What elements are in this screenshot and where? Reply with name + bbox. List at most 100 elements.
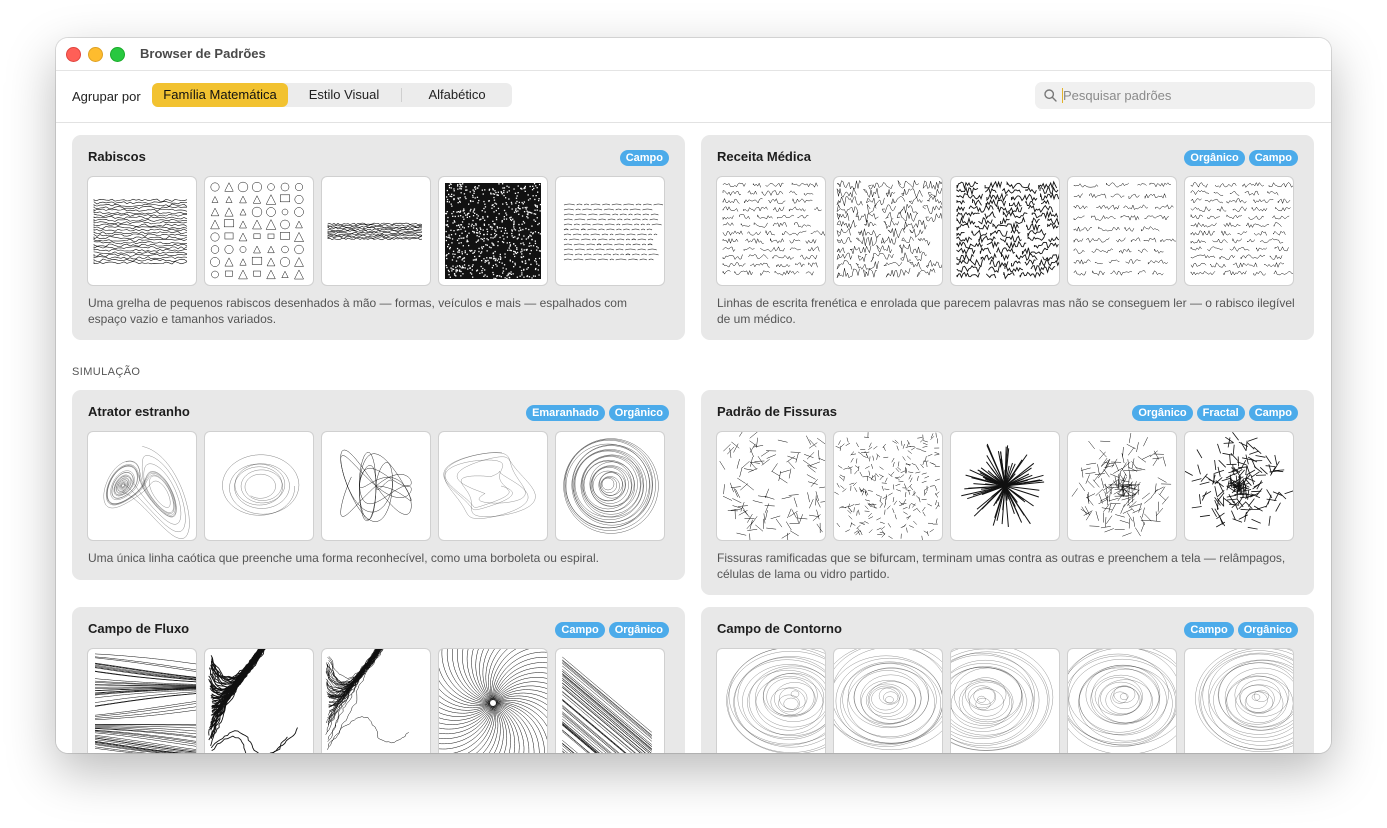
tag-list: Orgânico Fractal Campo: [1132, 405, 1298, 421]
card-title: Padrão de Fissuras: [717, 404, 837, 419]
group-by-segmented-control: Família Matemática Estilo Visual Alfabét…: [152, 83, 512, 107]
search-field[interactable]: [1035, 82, 1315, 109]
pattern-preview: [1073, 182, 1176, 276]
pattern-preview: [563, 203, 664, 261]
pattern-thumbnail[interactable]: [1185, 649, 1293, 753]
card-title: Atrator estranho: [88, 404, 190, 419]
search-input[interactable]: [1063, 82, 1303, 109]
pattern-preview: [563, 438, 659, 534]
pattern-preview: [439, 649, 547, 753]
pattern-thumbnail[interactable]: [717, 649, 825, 753]
pattern-card-campo-de-fluxo[interactable]: Campo de Fluxo Campo Orgânico: [72, 607, 685, 753]
pattern-thumbnail[interactable]: [717, 432, 825, 540]
card-description: Uma grelha de pequenos rabiscos desenhad…: [88, 296, 627, 326]
pattern-thumbnail[interactable]: [951, 432, 1059, 540]
pattern-preview: [836, 179, 942, 279]
toolbar: Agrupar por Família Matemática Estilo Vi…: [56, 71, 1331, 123]
tag-badge: Campo: [555, 622, 605, 638]
pattern-preview: [327, 222, 423, 241]
group-by-label: Agrupar por: [72, 89, 141, 104]
section-header: SIMULAÇÃO: [72, 366, 141, 378]
pattern-card-receita-medica[interactable]: Receita Médica Orgânico Campo Linhas de …: [701, 135, 1314, 340]
card-title: Campo de Fluxo: [88, 621, 190, 636]
pattern-thumbnail[interactable]: [205, 649, 313, 753]
segment-visual-style[interactable]: Estilo Visual: [289, 83, 399, 107]
tag-list: Campo Orgânico: [1184, 622, 1298, 638]
pattern-card-rabiscos[interactable]: Rabiscos Campo Uma grelha de pequenos ra…: [72, 135, 685, 340]
pattern-preview: [93, 198, 188, 265]
pattern-card-padrao-de-fissuras[interactable]: Padrão de Fissuras Orgânico Fractal Camp…: [701, 390, 1314, 595]
pattern-list[interactable]: Rabiscos Campo Uma grelha de pequenos ra…: [56, 123, 1331, 753]
close-window-button[interactable]: [66, 47, 81, 62]
pattern-thumbnail[interactable]: [556, 432, 664, 540]
pattern-thumbnail[interactable]: [1068, 432, 1176, 540]
pattern-thumbnail[interactable]: [88, 432, 196, 540]
pattern-preview: [443, 452, 536, 519]
window-title: Browser de Padrões: [140, 46, 266, 61]
pattern-card-campo-de-contorno[interactable]: Campo de Contorno Campo Orgânico: [701, 607, 1314, 753]
pattern-thumbnail[interactable]: [834, 432, 942, 540]
pattern-thumbnail[interactable]: [834, 177, 942, 285]
segment-math-family[interactable]: Família Matemática: [152, 83, 288, 107]
card-description: Uma única linha caótica que preenche uma…: [88, 551, 599, 565]
pattern-thumbnail[interactable]: [322, 649, 430, 753]
card-title: Rabiscos: [88, 149, 146, 164]
pattern-thumbnail[interactable]: [834, 649, 942, 753]
pattern-thumbnail[interactable]: [1185, 432, 1293, 540]
pattern-preview: [103, 446, 190, 539]
pattern-preview: [1068, 649, 1176, 753]
minimize-window-button[interactable]: [88, 47, 103, 62]
pattern-thumbnail[interactable]: [439, 649, 547, 753]
thumbnail-row: [717, 432, 1293, 540]
pattern-card-atrator-estranho[interactable]: Atrator estranho Emaranhado Orgânico Uma…: [72, 390, 685, 580]
pattern-thumbnail[interactable]: [951, 177, 1059, 285]
search-icon: [1044, 89, 1057, 102]
zoom-window-button[interactable]: [110, 47, 125, 62]
pattern-thumbnail[interactable]: [717, 177, 825, 285]
pattern-thumbnail[interactable]: [88, 177, 196, 285]
pattern-thumbnail[interactable]: [439, 177, 547, 285]
pattern-thumbnail[interactable]: [322, 432, 430, 540]
pattern-thumbnail[interactable]: [88, 649, 196, 753]
thumbnail-row: [717, 649, 1293, 753]
card-description: Linhas de escrita frenética e enrolada q…: [717, 296, 1295, 326]
pattern-thumbnail[interactable]: [322, 177, 430, 285]
pattern-thumbnail[interactable]: [1185, 177, 1293, 285]
pattern-thumbnail[interactable]: [556, 177, 664, 285]
tag-badge: Orgânico: [608, 622, 669, 638]
app-window: Browser de Padrões Agrupar por Família M…: [56, 38, 1331, 753]
segment-alphabetical[interactable]: Alfabético: [402, 83, 512, 107]
card-title: Campo de Contorno: [717, 621, 842, 636]
pattern-preview: [722, 182, 825, 277]
pattern-preview: [961, 443, 1045, 527]
thumbnail-row: [88, 649, 664, 753]
pattern-thumbnail[interactable]: [556, 649, 664, 753]
pattern-preview: [340, 449, 412, 522]
pattern-preview: [562, 656, 652, 753]
pattern-thumbnail[interactable]: [1068, 177, 1176, 285]
tag-badge: Fractal: [1196, 405, 1245, 421]
thumbnail-row: [88, 432, 664, 540]
card-title: Receita Médica: [717, 149, 811, 164]
tag-list: Campo: [619, 150, 669, 166]
title-bar: Browser de Padrões: [56, 38, 1331, 71]
thumbnail-row: [88, 177, 664, 285]
pattern-preview: [325, 649, 409, 750]
tag-badge: Orgânico: [1184, 150, 1245, 166]
pattern-preview: [1190, 182, 1293, 276]
tag-list: Emaranhado Orgânico: [526, 405, 669, 421]
pattern-thumbnail[interactable]: [1068, 649, 1176, 753]
tag-badge: Orgânico: [1132, 405, 1193, 421]
pattern-preview: [1195, 649, 1293, 752]
pattern-preview: [1071, 433, 1172, 537]
pattern-preview: [726, 649, 825, 753]
tag-badge: Emaranhado: [526, 405, 605, 421]
pattern-preview: [208, 649, 298, 753]
pattern-thumbnail[interactable]: [951, 649, 1059, 753]
pattern-preview: [210, 181, 305, 280]
pattern-preview: [1185, 432, 1293, 530]
pattern-thumbnail[interactable]: [439, 432, 547, 540]
pattern-thumbnail[interactable]: [205, 177, 313, 285]
pattern-thumbnail[interactable]: [205, 432, 313, 540]
pattern-preview: [951, 649, 1054, 751]
